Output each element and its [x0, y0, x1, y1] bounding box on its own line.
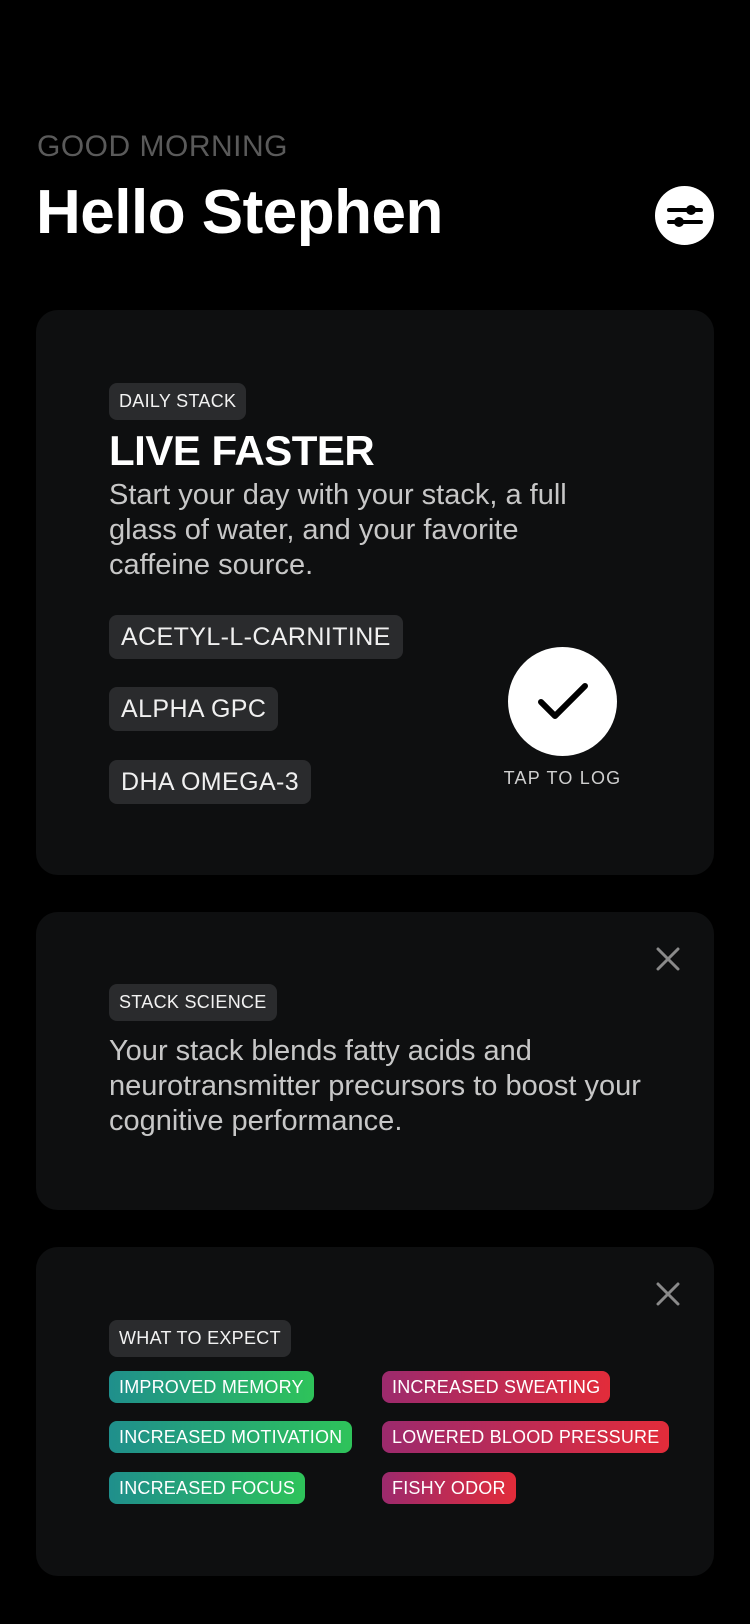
- tap-to-log-label: TAP TO LOG: [503, 768, 622, 788]
- what-to-expect-tag: WHAT TO EXPECT: [109, 1320, 291, 1357]
- tap-to-log-button[interactable]: [508, 647, 617, 756]
- negative-effect-badge: INCREASED SWEATING: [382, 1371, 611, 1403]
- stack-science-card: STACK SCIENCE Your stack blends fatty ac…: [36, 912, 714, 1210]
- negative-effect-badge: LOWERED BLOOD PRESSURE: [382, 1421, 670, 1453]
- close-icon: [656, 947, 680, 971]
- dismiss-science-button[interactable]: [653, 944, 683, 974]
- negative-effect-badge: FISHY ODOR: [382, 1472, 516, 1504]
- daily-stack-tag: DAILY STACK: [109, 383, 247, 420]
- sliders-icon: [666, 204, 703, 227]
- checkmark-icon: [537, 682, 588, 719]
- stack-science-text: Your stack blends fatty acids and neurot…: [109, 1035, 641, 1137]
- stack-science-tag: STACK SCIENCE: [109, 984, 277, 1021]
- close-icon: [656, 1282, 680, 1306]
- supplement-pill: ALPHA GPC: [109, 687, 279, 731]
- greeting-title: Hello Stephen: [36, 178, 443, 247]
- positive-effect-badge: INCREASED MOTIVATION: [109, 1421, 353, 1453]
- supplement-pill: ACETYL-L-CARNITINE: [109, 615, 403, 659]
- greeting-subtitle: GOOD MORNING: [37, 130, 288, 163]
- what-to-expect-card: WHAT TO EXPECT IMPROVED MEMORY INCREASED…: [36, 1247, 714, 1576]
- daily-stack-card: DAILY STACK LIVE FASTER Start your day w…: [36, 310, 714, 875]
- supplement-pill: DHA OMEGA-3: [109, 760, 312, 804]
- dismiss-expect-button[interactable]: [653, 1279, 683, 1309]
- settings-button[interactable]: [655, 186, 714, 245]
- positive-effect-badge: IMPROVED MEMORY: [109, 1371, 314, 1403]
- stack-description: Start your day with your stack, a full g…: [109, 479, 567, 581]
- positive-effect-badge: INCREASED FOCUS: [109, 1472, 306, 1504]
- stack-title: LIVE FASTER: [109, 427, 375, 474]
